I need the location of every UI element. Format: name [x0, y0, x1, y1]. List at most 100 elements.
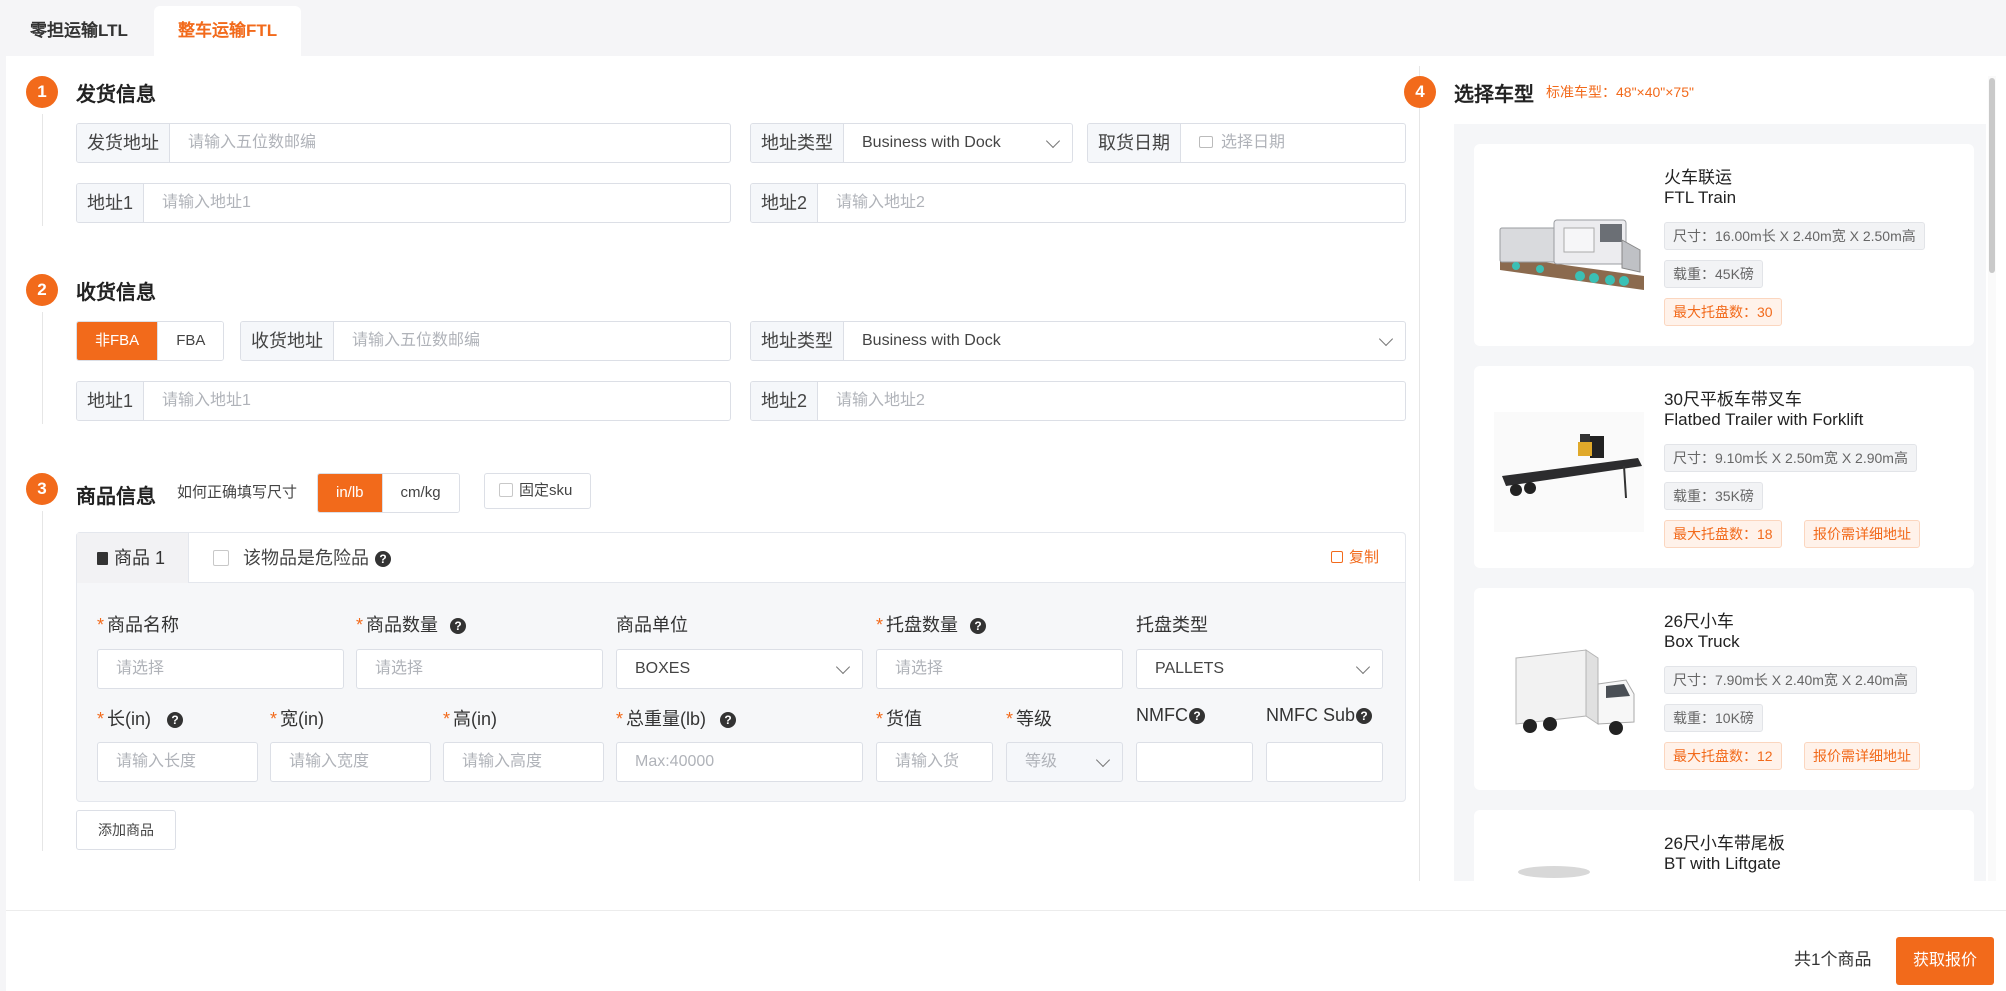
dangerous-goods-label: 该物品是危险品 — [243, 548, 369, 568]
pallet-qty-label-text: 托盘数量 — [886, 615, 959, 635]
shipper-address-type-select[interactable]: 地址类型 Business with Dock — [750, 123, 1073, 163]
vehicle-load-tag: 载重：10K磅 — [1664, 704, 1763, 732]
nmfc-sub-label: NMFC Sub? — [1266, 705, 1373, 726]
vehicle-load-tag: 载重：35K磅 — [1664, 482, 1763, 510]
standard-pallet-note: 标准车型：48"×40"×75" — [1546, 84, 1694, 100]
non-fba-option[interactable]: 非FBA — [77, 322, 158, 360]
value-input[interactable]: 请输入货 — [876, 742, 993, 782]
item-unit-select[interactable]: BOXES — [616, 649, 863, 689]
length-label-text: 长(in) — [107, 709, 152, 729]
copy-button[interactable]: 复制 — [1330, 533, 1379, 583]
size-help-link[interactable]: 如何正确填写尺寸 — [177, 481, 297, 502]
shipper-type-label: 地址类型 — [751, 124, 844, 162]
unit-in-lb[interactable]: in/lb — [318, 474, 382, 512]
vehicle-name-cn: 火车联运 — [1664, 168, 1732, 187]
item-qty-input[interactable]: 请选择 — [356, 649, 603, 689]
weight-input[interactable]: Max:40000 — [616, 742, 863, 782]
help-icon[interactable]: ? — [720, 712, 737, 728]
help-icon[interactable]: ? — [167, 712, 184, 728]
goods-item-panel: 商品 1 该物品是危险品? 复制 * 商品名称 * 商品数量? 商品单位 * 托盘数量… — [76, 532, 1406, 802]
shipper-address2-field[interactable]: 地址2 请输入地址2 — [750, 183, 1406, 223]
pallet-type-label: 托盘类型 — [1136, 615, 1208, 635]
pallet-qty-input[interactable]: 请选择 — [876, 649, 1123, 689]
consignee-address2-label: 地址2 — [751, 382, 819, 420]
item-name-input[interactable]: 请选择 — [97, 649, 344, 689]
grade-label: * 等级 — [1006, 705, 1052, 731]
step-3-badge: 3 — [26, 473, 58, 505]
vehicle-card-train[interactable]: 火车联运 FTL Train 尺寸：16.00m长 X 2.40m宽 X 2.5… — [1474, 144, 1974, 346]
nmfc-input[interactable] — [1136, 742, 1253, 782]
shipper-type-value: Business with Dock — [862, 134, 1001, 151]
pickup-date-picker[interactable]: 取货日期 选择日期 — [1087, 123, 1406, 163]
help-icon[interactable]: ? — [450, 618, 467, 634]
vehicle-card-box-truck[interactable]: 26尺小车 Box Truck 尺寸：7.90m长 X 2.40m宽 X 2.4… — [1474, 588, 1974, 790]
nmfc-sub-input[interactable] — [1266, 742, 1383, 782]
step-connector — [42, 511, 43, 851]
length-input[interactable]: 请输入长度 — [97, 742, 258, 782]
height-input[interactable]: 请输入高度 — [443, 742, 604, 782]
tab-ftl[interactable]: 整车运输FTL — [154, 6, 302, 56]
vehicle-size-tag: 尺寸：7.90m长 X 2.40m宽 X 2.40m高 — [1664, 666, 1917, 694]
pickup-date-placeholder-text: 选择日期 — [1221, 134, 1286, 151]
document-icon — [97, 552, 108, 565]
vehicle-name-en: BT with Liftgate — [1664, 854, 1781, 873]
pallet-type-select[interactable]: PALLETS — [1136, 649, 1383, 689]
help-icon[interactable]: ? — [970, 618, 987, 634]
dangerous-goods-checkbox[interactable]: 该物品是危险品? — [213, 533, 391, 583]
consignee-address1-placeholder: 请输入地址1 — [162, 392, 251, 409]
nmfc-label: NMFC? — [1136, 705, 1205, 726]
vehicle-section-title: 选择车型 — [1454, 84, 1534, 106]
help-icon[interactable]: ? — [1356, 708, 1373, 724]
max-pallets-tag: 最大托盘数：30 — [1664, 298, 1782, 326]
grade-label-text: 等级 — [1016, 709, 1053, 729]
tab-ltl[interactable]: 零担运输LTL — [6, 6, 152, 56]
required-mark: * — [876, 709, 884, 729]
unit-toggle: in/lb cm/kg — [317, 473, 460, 513]
transport-tabs: 零担运输LTL 整车运输FTL — [6, 6, 2006, 56]
shipper-address1-field[interactable]: 地址1 请输入地址1 — [76, 183, 731, 223]
checkbox-icon — [213, 550, 229, 566]
fba-option[interactable]: FBA — [157, 322, 224, 360]
fba-toggle: 非FBA FBA — [76, 321, 225, 361]
chevron-down-icon — [835, 659, 851, 675]
add-goods-button[interactable]: 添加商品 — [76, 810, 176, 850]
calendar-icon — [1199, 136, 1213, 148]
vehicle-card-bt-liftgate[interactable]: 26尺小车带尾板 BT with Liftgate — [1474, 810, 1974, 881]
max-pallets-tag: 最大托盘数：18 — [1664, 520, 1782, 548]
consignee-address-type-select[interactable]: 地址类型 Business with Dock — [750, 321, 1406, 361]
shipper-zip-field[interactable]: 发货地址 请输入五位数邮编 — [76, 123, 731, 163]
consignee-address1-label: 地址1 — [77, 382, 145, 420]
width-input[interactable]: 请输入宽度 — [270, 742, 431, 782]
shipper-address1-label: 地址1 — [77, 184, 145, 222]
help-icon[interactable]: ? — [1189, 708, 1205, 724]
vehicle-scroll-thumb[interactable] — [1989, 78, 1995, 273]
required-mark: * — [876, 615, 884, 635]
goods-item-tab-label: 商品 1 — [114, 548, 166, 568]
grade-select[interactable]: 等级 — [1006, 742, 1123, 782]
pickup-date-label: 取货日期 — [1088, 124, 1181, 162]
vehicle-card-flatbed[interactable]: 30尺平板车带叉车 Flatbed Trailer with Forklift … — [1474, 366, 1974, 568]
consignee-section-title: 收货信息 — [76, 282, 156, 304]
goods-item-tab[interactable]: 商品 1 — [77, 533, 189, 583]
consignee-zip-field[interactable]: 收货地址 请输入五位数邮编 — [240, 321, 731, 361]
value-label: * 货值 — [876, 705, 922, 731]
weight-label: * 总重量(lb)? — [616, 705, 737, 731]
fixed-sku-checkbox[interactable]: 固定sku — [484, 473, 592, 509]
required-mark: * — [1006, 709, 1014, 729]
chevron-down-icon — [1355, 659, 1371, 675]
required-mark: * — [616, 709, 624, 729]
shipper-address2-label: 地址2 — [751, 184, 819, 222]
get-quote-button[interactable]: 获取报价 — [1896, 937, 1994, 985]
address-required-tag: 报价需详细地址 — [1804, 742, 1920, 770]
shipper-zip-label: 发货地址 — [77, 124, 170, 162]
unit-cm-kg[interactable]: cm/kg — [381, 474, 459, 512]
vehicle-name-cn: 30尺平板车带叉车 — [1664, 390, 1802, 409]
step-1-badge: 1 — [26, 76, 58, 108]
shipper-address2-placeholder: 请输入地址2 — [836, 194, 925, 211]
consignee-address2-field[interactable]: 地址2 请输入地址2 — [750, 381, 1406, 421]
consignee-address1-field[interactable]: 地址1 请输入地址1 — [76, 381, 731, 421]
nmfc-label-text: NMFC — [1136, 705, 1188, 725]
help-icon[interactable]: ? — [375, 551, 391, 567]
shipper-zip-placeholder: 请输入五位数邮编 — [188, 134, 317, 151]
value-label-text: 货值 — [886, 709, 923, 729]
